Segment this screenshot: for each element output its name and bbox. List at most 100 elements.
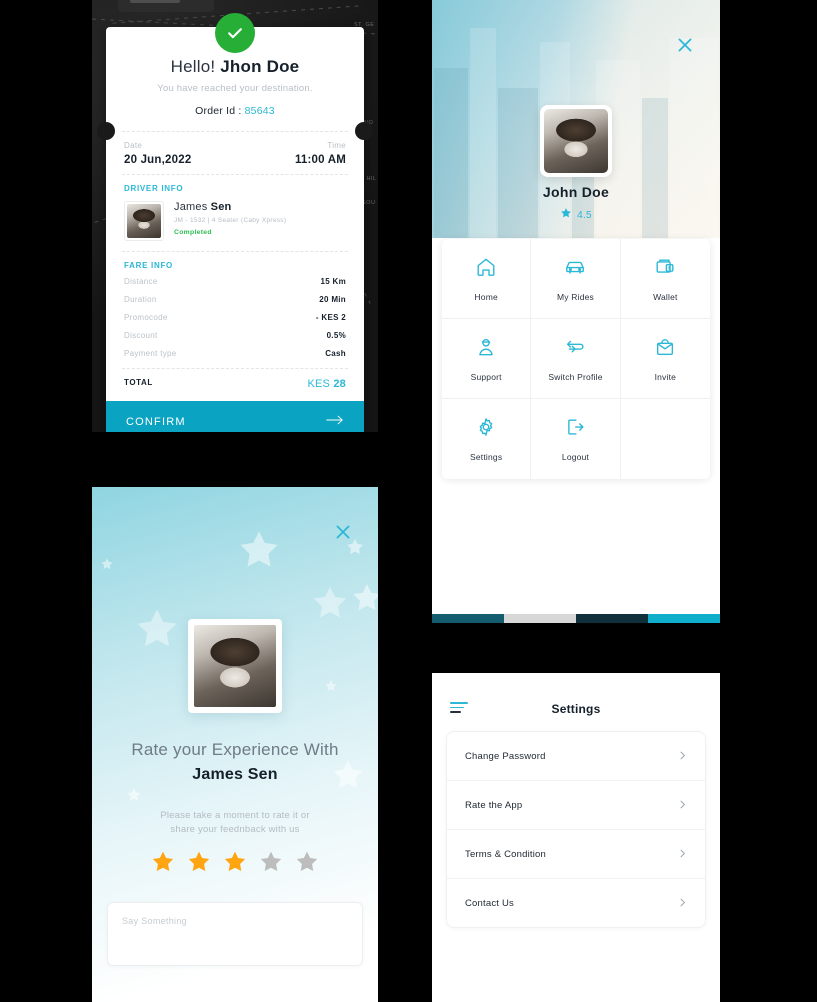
fare-row: Promocode - KES 2 [124, 308, 346, 326]
ticket-notch-left [97, 122, 115, 140]
settings-list: Change Password Rate the App Terms & Con… [446, 731, 706, 928]
star-icon[interactable] [222, 849, 248, 875]
rating-stars[interactable] [92, 849, 378, 875]
settings-screen: Settings Change Password Rate the App Te… [432, 673, 720, 1002]
driver-info-title: DRIVER INFO [124, 184, 184, 193]
feedback-input-wrapper[interactable] [107, 902, 363, 966]
menu-item-label: Settings [470, 452, 503, 462]
support-agent-icon [475, 336, 497, 363]
settings-item-terms-condition[interactable]: Terms & Condition [447, 830, 705, 879]
date-block: Date 20 Jun,2022 [124, 141, 191, 166]
palette-swatch [648, 614, 720, 623]
close-button[interactable] [674, 36, 696, 58]
ride-status-badge: Completed [174, 229, 212, 236]
menu-item-label: Logout [561, 452, 590, 462]
confirm-button-label: CONFIRM [126, 415, 186, 428]
confirm-button[interactable]: CONFIRM [106, 401, 364, 432]
profile-rating-value: 4.5 [577, 209, 592, 221]
car-icon [564, 256, 586, 283]
screenshot-stage: ST. GE N HIL SOU NO Hello! Jhon Doe You … [0, 0, 817, 1002]
menu-item-wallet[interactable]: Wallet [620, 239, 710, 319]
menu-cell-empty [621, 399, 710, 479]
profile-name: John Doe [542, 184, 610, 200]
decorative-star-icon [133, 605, 181, 653]
driver-details: James Sen JM - 1532 | 4 Seater (Caby Xpr… [174, 201, 286, 236]
driver-last-name: Sen [210, 201, 232, 213]
menu-item-logout[interactable]: Logout [531, 399, 621, 479]
home-icon [475, 256, 497, 283]
map-label: SOU [362, 200, 376, 206]
menu-item-label: Invite [654, 371, 677, 382]
wallet-icon [654, 256, 676, 283]
date-label: Date [124, 141, 143, 150]
swap-icon [564, 336, 586, 363]
ride-receipt-screen: ST. GE N HIL SOU NO Hello! Jhon Doe You … [92, 0, 378, 432]
star-icon[interactable] [294, 849, 320, 875]
fare-value: 15 Km [320, 276, 346, 286]
envelope-icon [654, 336, 676, 363]
fare-info-title: FARE INFO [124, 261, 173, 270]
driver-avatar [124, 201, 164, 241]
greeting-user-name: Jhon Doe [220, 57, 300, 76]
star-icon[interactable] [150, 849, 176, 875]
ticket-notch-right [355, 122, 373, 140]
total-row: TOTAL KES 28 [106, 369, 364, 401]
feedback-input[interactable] [108, 903, 362, 965]
logout-icon [564, 416, 586, 443]
driver-first-name: James [174, 201, 208, 213]
rate-subtitle-line2: share your feednback with us [170, 823, 300, 835]
chevron-right-icon [678, 796, 687, 814]
menu-item-label: My Rides [556, 291, 594, 302]
fare-row: Payment type Cash [124, 344, 346, 362]
greeting: Hello! Jhon Doe [124, 57, 346, 77]
fare-value: 20 Min [319, 294, 346, 304]
menu-item-invite[interactable]: Invite [620, 319, 710, 399]
settings-item-contact-us[interactable]: Contact Us [447, 879, 705, 927]
menu-item-label: Switch Profile [548, 371, 603, 382]
menu-item-my-rides[interactable]: My Rides [531, 239, 621, 319]
fare-label: Payment type [124, 348, 177, 358]
profile-menu-grid: Home My Rides Wallet Support Switch Prof… [442, 239, 710, 479]
menu-item-label: Home [474, 291, 498, 302]
palette-swatch [576, 614, 648, 623]
star-icon[interactable] [186, 849, 212, 875]
check-circle-icon [215, 13, 255, 53]
rate-subtitle: Please take a moment to rate it or share… [92, 809, 378, 837]
color-palette-strip [432, 614, 720, 623]
settings-item-change-password[interactable]: Change Password [447, 732, 705, 781]
total-value: KES 28 [307, 378, 346, 390]
menu-item-settings[interactable]: Settings [442, 399, 532, 479]
map-top-chip [118, 0, 214, 12]
menu-item-switch-profile[interactable]: Switch Profile [531, 319, 621, 399]
fare-value: 0.5% [326, 330, 346, 340]
fare-label: Distance [124, 276, 158, 286]
rate-heading: Rate your Experience With James Sen [92, 739, 378, 785]
settings-item-label: Rate the App [465, 799, 523, 811]
arrow-right-icon [326, 414, 344, 429]
settings-item-label: Contact Us [465, 897, 514, 909]
menu-item-label: Support [470, 371, 502, 382]
time-value: 11:00 AM [294, 154, 346, 166]
page-title: Settings [551, 702, 601, 716]
star-icon[interactable] [258, 849, 284, 875]
total-amount: 28 [333, 378, 346, 390]
date-time-row: Date 20 Jun,2022 Time 11:00 AM [106, 132, 364, 174]
chevron-right-icon [678, 894, 687, 912]
fare-label: Duration [124, 294, 157, 304]
profile-rating: 4.5 [432, 206, 720, 224]
rate-subtitle-line1: Please take a moment to rate it or [160, 810, 310, 821]
settings-item-label: Terms & Condition [465, 848, 547, 860]
close-icon [677, 37, 693, 58]
gear-icon [475, 416, 497, 443]
rate-driver-name: James Sen [192, 766, 278, 784]
avatar [540, 105, 612, 177]
close-button[interactable] [332, 523, 354, 545]
menu-item-support[interactable]: Support [442, 319, 532, 399]
star-icon [560, 206, 572, 224]
total-label: TOTAL [124, 378, 153, 387]
greeting-hello: Hello! [170, 57, 216, 76]
destination-subtitle: You have reached your destination. [157, 83, 313, 94]
menu-item-home[interactable]: Home [442, 239, 532, 319]
fare-row: Discount 0.5% [124, 326, 346, 344]
settings-item-rate-the-app[interactable]: Rate the App [447, 781, 705, 830]
